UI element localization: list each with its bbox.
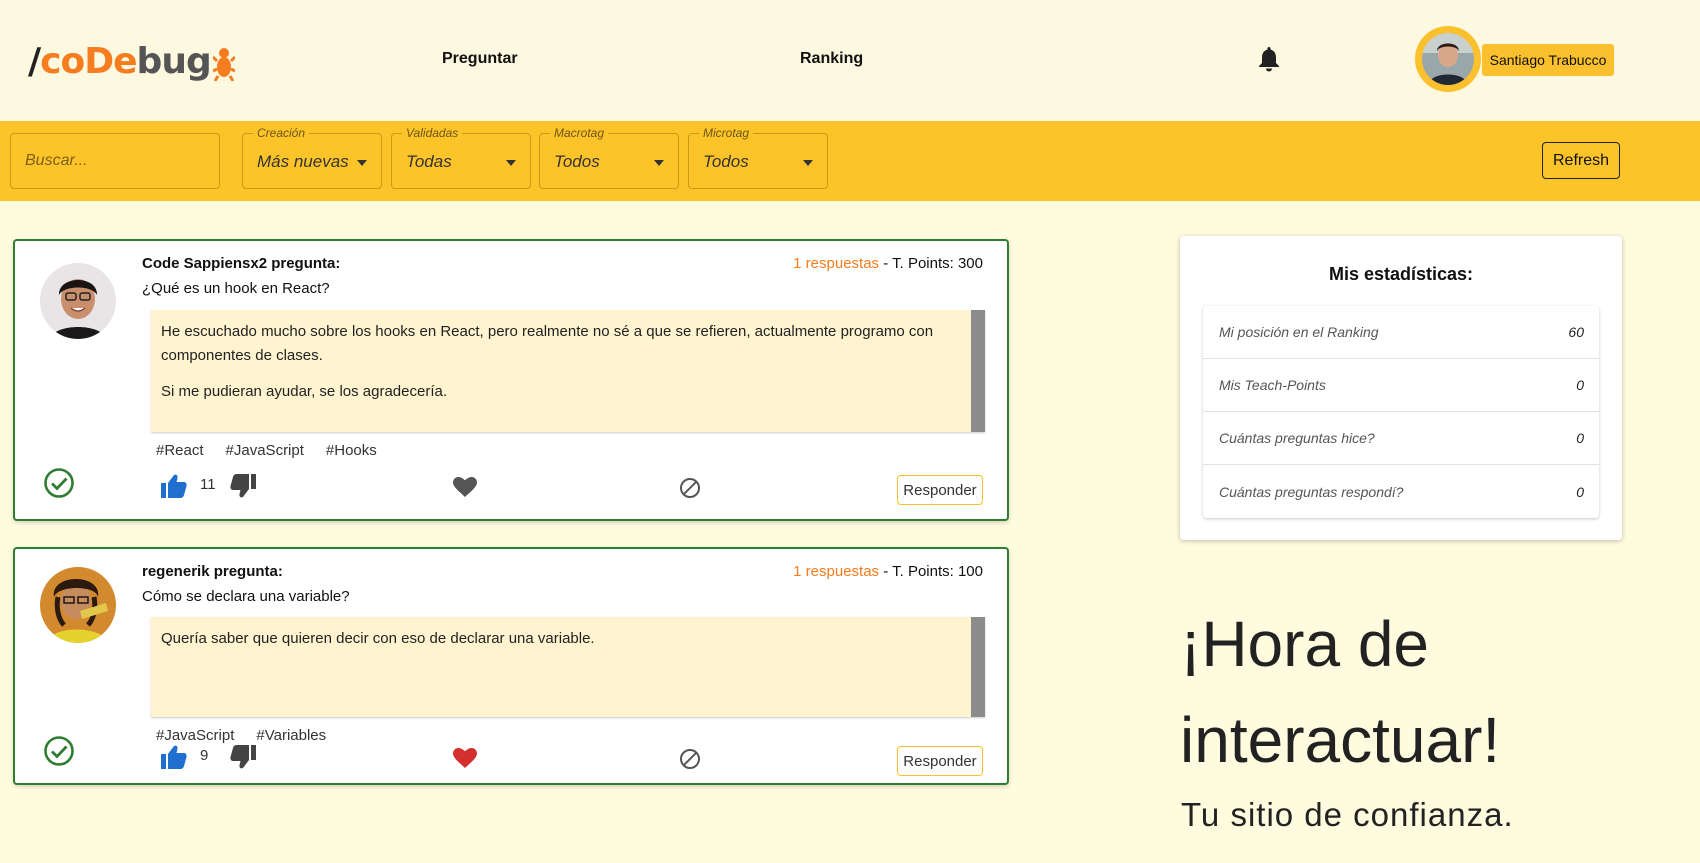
question-author[interactable]: regenerik pregunta: <box>142 563 283 580</box>
validated-check-icon <box>44 468 74 498</box>
stats-value: 0 <box>1576 483 1584 500</box>
question-meta: 1 respuestas - T. Points: 300 <box>793 255 983 272</box>
question-body-paragraph: Si me pudieran ayudar, se los agradecerí… <box>161 383 448 400</box>
reply-button[interactable]: Responder <box>897 746 983 776</box>
bug-icon <box>212 48 235 81</box>
logo-co: co <box>40 40 85 82</box>
question-body: Quería saber que quieren decir con eso d… <box>151 617 985 717</box>
stats-value: 60 <box>1568 324 1584 340</box>
tag-list: #JavaScript #Variables <box>156 727 348 744</box>
creation-value: Más nuevas <box>257 152 349 171</box>
question-body-paragraph: He escuchado mucho sobre los hooks en Re… <box>161 323 934 364</box>
answers-count[interactable]: 1 respuestas <box>793 255 879 272</box>
stats-value: 0 <box>1576 430 1584 446</box>
stats-panel: Mis estadísticas: Mi posición en el Rank… <box>1180 236 1622 540</box>
question-body-paragraph: Quería saber que quieren decir con eso d… <box>161 630 595 647</box>
tag[interactable]: #JavaScript <box>156 727 234 744</box>
stats-title: Mis estadísticas: <box>1328 264 1474 284</box>
stats-row-questions-asked: Cuántas preguntas hice? 0 <box>1203 412 1599 465</box>
app-header: / co De bug Preguntar Ranking Santiago Trab… <box>0 0 1700 121</box>
question-title[interactable]: Cómo se declara una variable? <box>142 588 350 605</box>
stats-label: Mi posición en el Ranking <box>1219 324 1379 340</box>
validated-value: Todas <box>406 152 452 171</box>
vote-count: 11 <box>200 476 216 493</box>
nav-ranking[interactable]: Ranking <box>800 50 863 68</box>
microtag-label: Microtag <box>699 126 754 140</box>
tag-list: #React #JavaScript #Hooks <box>156 442 399 459</box>
user-name-chip[interactable]: Santiago Trabucco <box>1482 44 1614 76</box>
validated-label: Validadas <box>402 126 463 140</box>
logo-slash: / <box>28 40 41 82</box>
answers-count[interactable]: 1 respuestas <box>793 563 879 580</box>
logo-de: De <box>84 40 137 82</box>
creation-select[interactable]: Creación Más nuevas <box>242 126 382 189</box>
stats-list: Mi posición en el Ranking 60 Mis Teach-P… <box>1203 306 1599 518</box>
tag[interactable]: #JavaScript <box>226 442 304 459</box>
question-body: He escuchado mucho sobre los hooks en Re… <box>151 310 985 432</box>
chevron-down-icon <box>506 160 516 166</box>
macrotag-value: Todos <box>554 152 600 171</box>
stats-label: Mis Teach-Points <box>1219 377 1326 393</box>
macrotag-select[interactable]: Macrotag Todos <box>539 126 679 189</box>
stats-row-teach-points: Mis Teach-Points 0 <box>1203 359 1599 412</box>
question-card: Code Sappiensx2 pregunta: 1 respuestas -… <box>13 239 1009 521</box>
teach-points: - T. Points: 300 <box>879 255 983 272</box>
chevron-down-icon <box>357 160 367 166</box>
validated-select[interactable]: Validadas Todas <box>391 126 531 189</box>
logo-bug: bug <box>136 40 212 82</box>
teach-points: - T. Points: 100 <box>879 563 983 580</box>
reply-button[interactable]: Responder <box>897 475 983 505</box>
tag[interactable]: #Hooks <box>326 442 377 459</box>
chevron-down-icon <box>654 160 664 166</box>
hero-title: ¡Hora de interactuar! <box>1180 608 1501 776</box>
search-input[interactable]: Buscar... <box>10 133 220 189</box>
nav-ask[interactable]: Preguntar <box>442 50 518 68</box>
validated-check-icon <box>44 736 74 766</box>
refresh-button[interactable]: Refresh <box>1542 142 1620 179</box>
report-block-icon[interactable] <box>679 477 701 499</box>
question-meta: 1 respuestas - T. Points: 100 <box>793 563 983 580</box>
heart-icon-favorited[interactable] <box>453 747 477 769</box>
heart-icon[interactable] <box>453 476 477 498</box>
microtag-select[interactable]: Microtag Todos <box>688 126 828 189</box>
stats-value: 0 <box>1576 377 1584 393</box>
thumbs-up-icon[interactable] <box>161 474 187 498</box>
user-avatar[interactable] <box>1415 26 1481 92</box>
thumbs-down-icon[interactable] <box>230 474 256 498</box>
filter-bar: Buscar... Creación Más nuevas Validadas … <box>0 121 1700 201</box>
bell-icon[interactable] <box>1257 46 1281 72</box>
question-title[interactable]: ¿Qué es un hook en React? <box>142 280 330 297</box>
vote-count: 9 <box>200 747 209 764</box>
stats-label: Cuántas preguntas hice? <box>1219 430 1375 446</box>
thumbs-up-icon[interactable] <box>161 745 187 769</box>
report-block-icon[interactable] <box>679 748 701 770</box>
author-avatar[interactable] <box>40 263 116 339</box>
question-author[interactable]: Code Sappiensx2 pregunta: <box>142 255 340 272</box>
hero-subtitle: Tu sitio de confianza. <box>1181 796 1514 833</box>
author-avatar[interactable] <box>40 567 116 643</box>
codebug-logo[interactable]: / co De bug <box>28 36 235 86</box>
thumbs-down-icon[interactable] <box>230 745 256 769</box>
tag[interactable]: #Variables <box>256 727 326 744</box>
stats-row-ranking-position: Mi posición en el Ranking 60 <box>1203 306 1599 359</box>
question-card: regenerik pregunta: 1 respuestas - T. Po… <box>13 547 1009 785</box>
stats-row-questions-answered: Cuántas preguntas respondí? 0 <box>1203 465 1599 518</box>
microtag-value: Todos <box>703 152 749 171</box>
macrotag-label: Macrotag <box>550 126 609 140</box>
stats-label: Cuántas preguntas respondí? <box>1219 483 1404 500</box>
tag[interactable]: #React <box>156 442 204 459</box>
chevron-down-icon <box>803 160 813 166</box>
creation-label: Creación <box>253 126 310 140</box>
user-avatar-image <box>1422 33 1474 85</box>
